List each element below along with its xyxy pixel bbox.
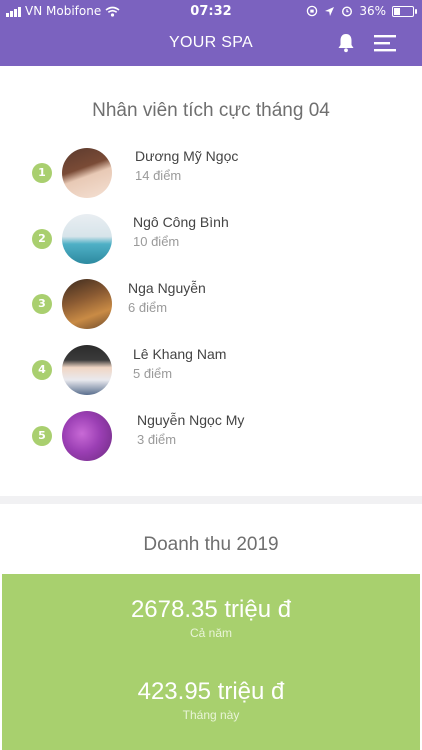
revenue-month-label: Tháng này (182, 708, 240, 722)
employee-points: 10 điểm (133, 234, 180, 249)
orientation-lock-icon (307, 5, 318, 17)
top-staff-card: Nhân viên tích cực tháng 04 1 Dương Mỹ N… (0, 66, 422, 496)
revenue-month-value: 423.95 triệu đ (137, 678, 285, 705)
rank-badge: 5 (32, 426, 52, 446)
rank-badge: 3 (32, 294, 52, 314)
revenue-summary: 2678.35 triệu đ Cả năm 423.95 triệu đ Th… (2, 574, 420, 750)
alarm-icon (342, 6, 353, 17)
employee-points: 5 điểm (133, 366, 173, 381)
menu-icon[interactable] (374, 34, 400, 52)
employee-name[interactable]: Dương Mỹ Ngọc (135, 148, 238, 164)
location-icon (325, 6, 335, 16)
avatar (62, 345, 112, 395)
avatar (62, 279, 112, 329)
rank-badge: 2 (32, 229, 52, 249)
revenue-card: Doanh thu 2019 2678.35 triệu đ Cả năm 42… (0, 504, 422, 750)
avatar (62, 148, 112, 198)
avatar (62, 214, 112, 264)
employee-name[interactable]: Nga Nguyễn (128, 280, 206, 296)
employee-name[interactable]: Lê Khang Nam (133, 346, 226, 362)
app-header: VN Mobifone 07:32 36% YOUR SPA (0, 0, 422, 66)
employee-points: 14 điểm (135, 168, 182, 183)
battery-percent: 36% (359, 4, 386, 18)
status-bar: VN Mobifone 07:32 36% (0, 0, 422, 22)
battery-icon (392, 5, 417, 17)
rank-badge: 4 (32, 360, 52, 380)
bell-icon[interactable] (336, 32, 356, 54)
avatar (62, 411, 112, 461)
employee-points: 3 điểm (137, 432, 177, 447)
employee-name[interactable]: Nguyễn Ngọc My (137, 412, 244, 428)
title-bar: YOUR SPA (0, 22, 422, 66)
top-staff-title: Nhân viên tích cực tháng 04 (92, 100, 330, 121)
app-title: YOUR SPA (169, 34, 253, 51)
revenue-year-value: 2678.35 triệu đ (130, 596, 292, 623)
revenue-title: Doanh thu 2019 (143, 534, 279, 555)
employee-name[interactable]: Ngô Công Bình (133, 214, 229, 230)
rank-badge: 1 (32, 163, 52, 183)
revenue-year-label: Cả năm (189, 626, 233, 640)
employee-points: 6 điểm (128, 300, 168, 315)
